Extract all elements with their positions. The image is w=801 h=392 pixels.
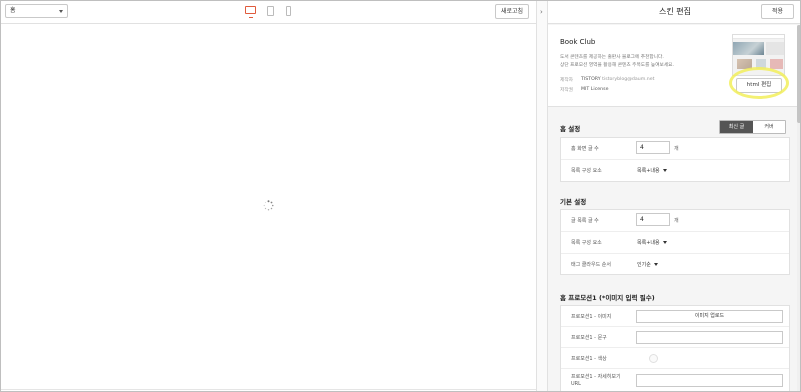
promo-text-input[interactable]	[636, 331, 783, 344]
license-value: MIT License	[581, 87, 609, 92]
list-layout-dropdown[interactable]: 목록+내용	[637, 239, 667, 246]
setting-row: 목록 구성 요소 목록+내용	[561, 160, 789, 182]
preview-toolbar: 홈 새로고침	[1, 1, 536, 24]
promo-link-input[interactable]	[636, 374, 783, 387]
setting-row: 프로모션1 - 문구	[561, 327, 789, 348]
tag-order-dropdown[interactable]: 인기순	[637, 261, 658, 268]
setting-row: 목록 구성 요소 목록+내용	[561, 232, 789, 254]
page-select-value: 홈	[10, 7, 16, 14]
list-post-count-input[interactable]: 4	[636, 213, 670, 226]
basic-settings-group: 글 목록 글 수 4 개 목록 구성 요소 목록+내용 태그 클라우드 순서 인…	[560, 209, 790, 275]
page-select[interactable]: 홈	[5, 4, 68, 18]
promo-settings-group: 프로모션1 - 이미지 이미지 업로드 프로모션1 - 문구 프로모션1 - 색…	[560, 305, 790, 391]
skin-description-line: 도서 콘텐츠를 제공하는 출판사 블로그에 추천합니다.	[560, 55, 664, 60]
home-settings-title: 홈 설정	[560, 125, 581, 133]
unit-label: 개	[674, 146, 679, 152]
setting-label: 목록 구성 요소	[571, 240, 602, 246]
setting-label: 프로모션1 - 문구	[571, 335, 607, 341]
maker-label: 제작자	[560, 78, 573, 83]
setting-row: 프로모션1 - 이미지 이미지 업로드	[561, 306, 789, 327]
desktop-view-icon[interactable]	[245, 6, 256, 18]
maker-email: tistoryblog@daum.net	[602, 77, 655, 82]
promo-section-title: 홈 프로모션1 (*이미지 입력 필수)	[560, 294, 655, 302]
skin-info-card: Book Club 도서 콘텐츠를 제공하는 출판사 블로그에 추천합니다. 상…	[548, 25, 800, 107]
skin-maker: 제작자 TISTORY tistoryblog@daum.net	[560, 77, 654, 83]
setting-row: 태그 클라우드 순서 인기순	[561, 254, 789, 275]
license-label: 저작권	[560, 88, 573, 93]
apply-button[interactable]: 적용	[761, 4, 794, 19]
setting-row: 글 목록 글 수 4 개	[561, 210, 789, 232]
loading-spinner-icon	[263, 200, 274, 211]
setting-label: 태그 클라우드 순서	[571, 262, 611, 268]
preview-area: 홈 새로고침	[1, 1, 536, 391]
scrollbar-thumb[interactable]	[797, 25, 800, 123]
color-swatch[interactable]	[649, 354, 658, 363]
tablet-view-icon[interactable]	[267, 6, 274, 16]
setting-label: 홈 화면 글 수	[571, 146, 599, 152]
basic-settings-title: 기본 설정	[560, 198, 587, 206]
setting-row: 홈 화면 글 수 4 개	[561, 138, 789, 160]
skin-description-line: 상단 프로모션 영역을 활용해 콘텐츠 주목도를 높여보세요.	[560, 63, 674, 68]
chevron-down-icon	[59, 10, 63, 13]
panel-scrollbar[interactable]	[797, 25, 800, 391]
setting-row: 프로모션1 - 색상	[561, 348, 789, 369]
skin-license: 저작권 MIT License	[560, 87, 608, 93]
home-mode-toggle: 최신 글 커버	[719, 120, 786, 134]
chevron-right-icon: ›	[540, 8, 543, 16]
unit-label: 개	[674, 218, 679, 224]
refresh-button[interactable]: 새로고침	[495, 4, 529, 19]
setting-row: 프로모션1 - 자세히보기 URL	[561, 369, 789, 391]
setting-label: 목록 구성 요소	[571, 168, 602, 174]
panel-collapse-toggle[interactable]: ›	[536, 1, 548, 391]
panel-header: 스킨 편집 적용	[548, 1, 800, 24]
skin-name: Book Club	[560, 38, 596, 46]
skin-description: 도서 콘텐츠를 제공하는 출판사 블로그에 추천합니다. 상단 프로모션 영역을…	[560, 54, 720, 70]
mobile-view-icon[interactable]	[286, 6, 291, 16]
skin-edit-panel: 스킨 편집 적용 Book Club 도서 콘텐츠를 제공하는 출판사 블로그에…	[548, 1, 800, 391]
home-list-layout-dropdown[interactable]: 목록+내용	[637, 167, 667, 174]
maker-value: TISTORY tistoryblog@daum.net	[581, 77, 654, 82]
home-post-count-input[interactable]: 4	[636, 141, 670, 154]
setting-label: 프로모션1 - 색상	[571, 356, 607, 362]
setting-label: 프로모션1 - 이미지	[571, 314, 612, 320]
segment-latest-posts[interactable]: 최신 글	[720, 121, 753, 133]
setting-label: 프로모션1 - 자세히보기 URL	[571, 374, 621, 387]
highlight-annotation	[729, 67, 789, 99]
setting-label: 글 목록 글 수	[571, 218, 599, 224]
maker-name: TISTORY	[581, 77, 601, 82]
segment-cover[interactable]: 커버	[753, 121, 785, 133]
image-upload-button[interactable]: 이미지 업로드	[636, 310, 783, 323]
app-window: 홈 새로고침 › 스킨 편집 적용 Book Club 도서 콘텐츠를 제공하는…	[0, 0, 801, 392]
home-settings-group: 홈 화면 글 수 4 개 목록 구성 요소 목록+내용	[560, 137, 790, 182]
